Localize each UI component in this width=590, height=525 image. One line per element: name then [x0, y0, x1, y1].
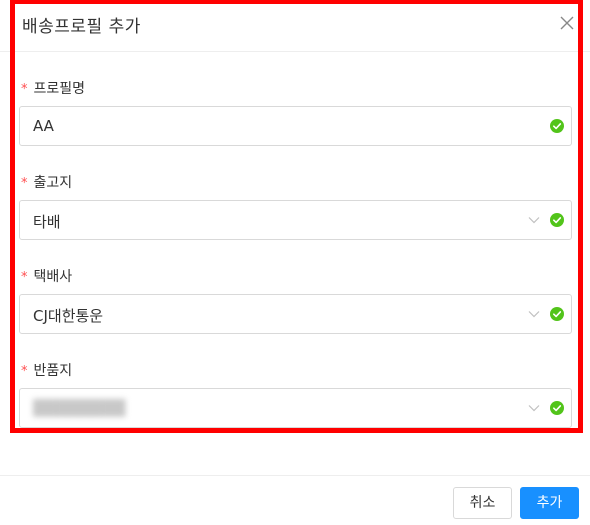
required-mark: *	[21, 270, 28, 285]
return-address-label-text: 반품지	[33, 363, 73, 379]
required-mark: *	[21, 176, 28, 191]
profile-name-label-text: 프로필명	[33, 81, 86, 97]
add-button[interactable]: 추가	[520, 487, 579, 519]
shipping-origin-label-text: 출고지	[33, 175, 73, 191]
chevron-down-icon	[528, 217, 540, 224]
courier-label: * 택배사	[21, 266, 72, 286]
required-mark: *	[21, 364, 28, 379]
courier-select[interactable]: CJ대한통운	[19, 294, 572, 334]
dialog-title: 배송프로필 추가	[22, 17, 141, 37]
check-circle-icon	[550, 213, 564, 227]
return-address-select[interactable]: ████████	[19, 388, 572, 428]
shipping-origin-value: 타배	[33, 213, 61, 231]
profile-name-label: * 프로필명	[21, 78, 85, 98]
cancel-button[interactable]: 취소	[453, 487, 512, 519]
chevron-down-icon	[528, 311, 540, 318]
check-circle-icon	[550, 307, 564, 321]
add-shipping-profile-dialog: 배송프로필 추가 * 프로필명 AA * 출고지 타배 * 택배사 CJ대한통운…	[0, 0, 590, 525]
dialog-header: 배송프로필 추가	[0, 0, 590, 52]
profile-name-input[interactable]: AA	[19, 106, 572, 146]
close-icon	[560, 16, 574, 30]
profile-name-value: AA	[33, 117, 54, 135]
close-button[interactable]	[558, 14, 576, 32]
check-circle-icon	[550, 401, 564, 415]
shipping-origin-label: * 출고지	[21, 172, 72, 192]
chevron-down-icon	[528, 405, 540, 412]
return-address-value-redacted: ████████	[33, 399, 126, 417]
courier-label-text: 택배사	[33, 269, 73, 285]
shipping-origin-select[interactable]: 타배	[19, 200, 572, 240]
check-circle-icon	[550, 119, 564, 133]
required-mark: *	[21, 82, 28, 97]
courier-value: CJ대한통운	[33, 307, 104, 325]
return-address-label: * 반품지	[21, 360, 72, 380]
